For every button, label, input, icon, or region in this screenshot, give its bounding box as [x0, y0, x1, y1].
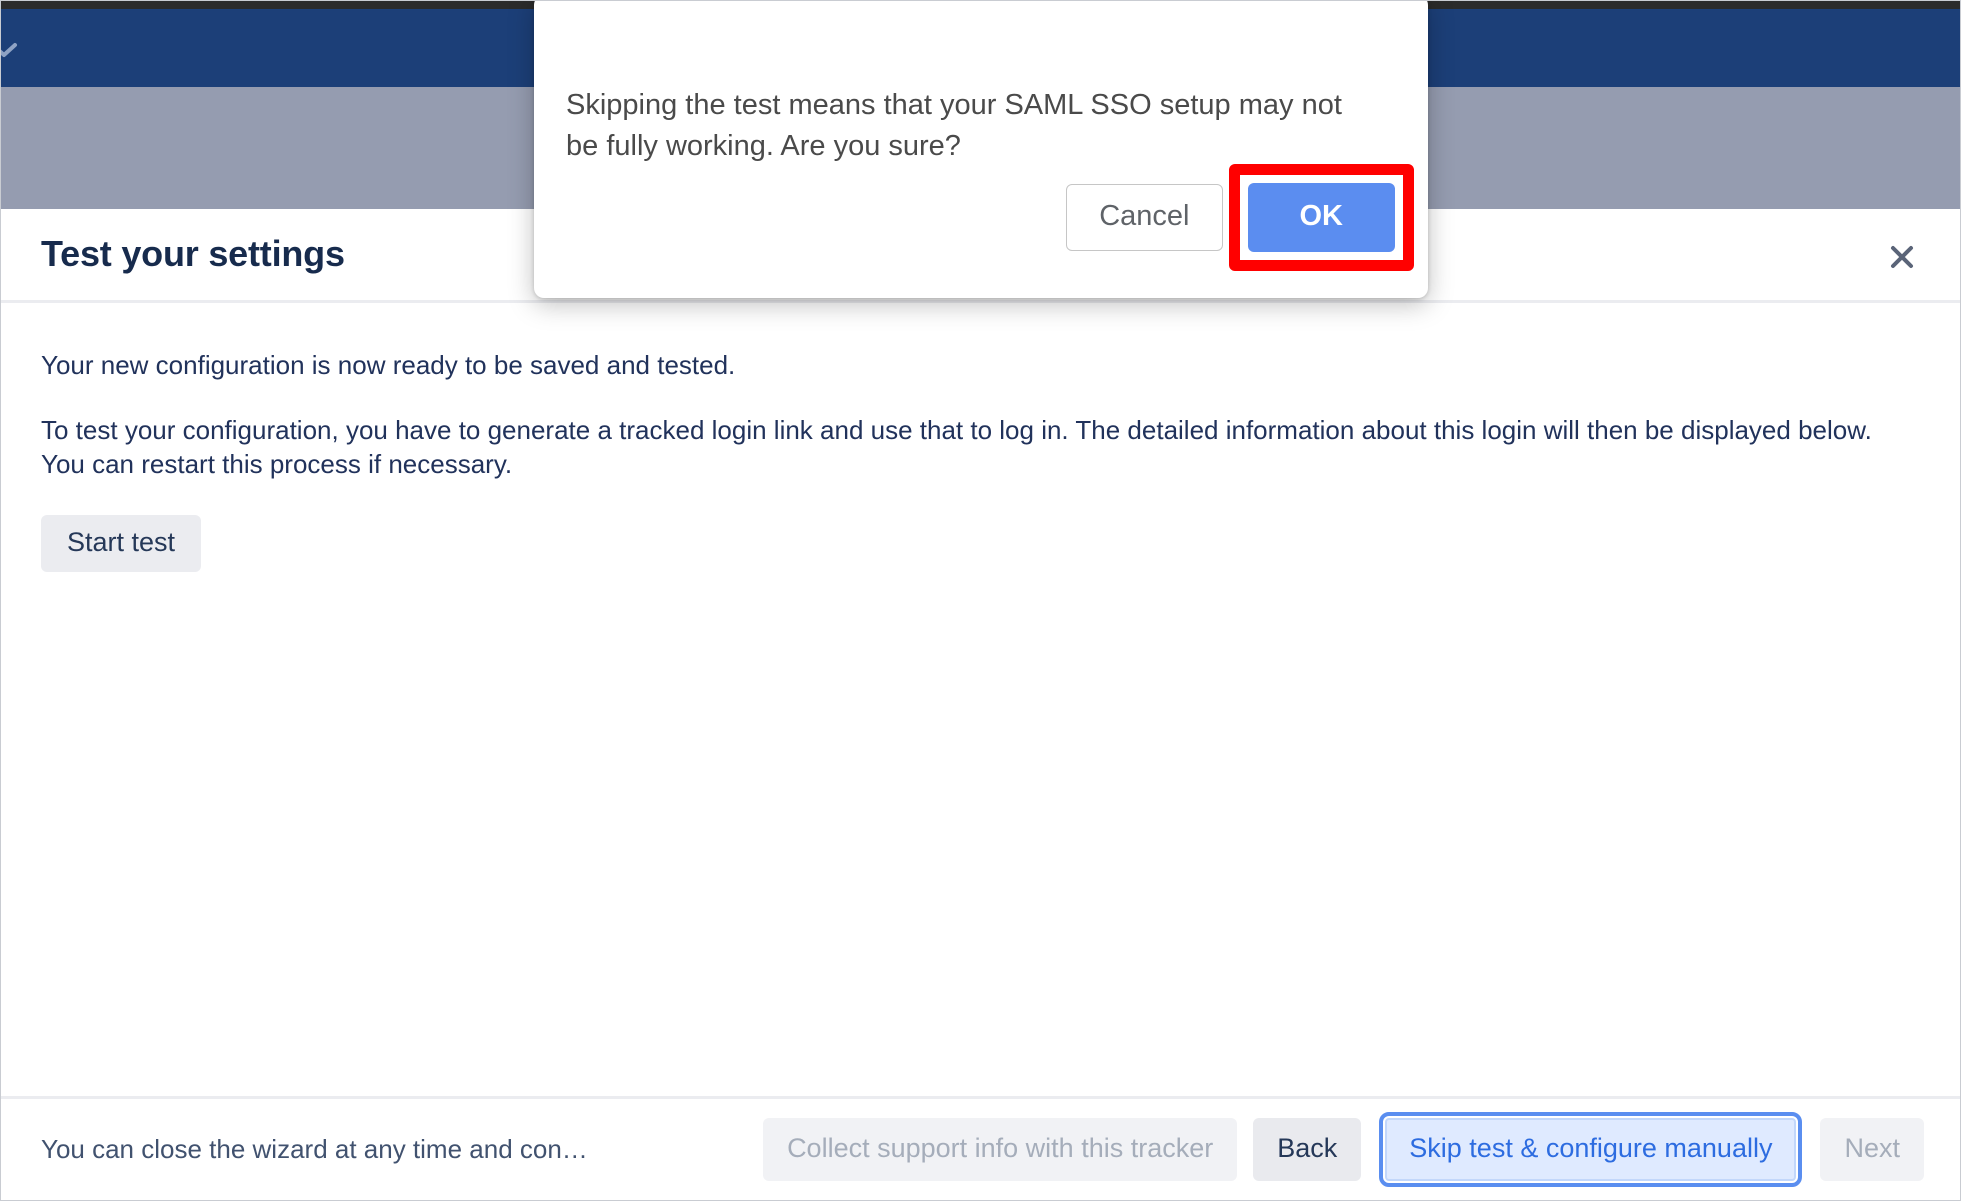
ok-button[interactable]: OK	[1247, 183, 1395, 252]
confirm-dialog: Skipping the test means that your SAML S…	[534, 1, 1428, 298]
wizard-footer: You can close the wizard at any time and…	[1, 1096, 1960, 1200]
footer-note: You can close the wizard at any time and…	[41, 1134, 588, 1164]
collect-support-info-button[interactable]: Collect support info with this tracker	[763, 1118, 1238, 1181]
instructions-paragraph: To test your configuration, you have to …	[41, 415, 1872, 479]
app-window: Test your settings Your new configuratio…	[0, 0, 1961, 1201]
back-button[interactable]: Back	[1253, 1118, 1362, 1181]
start-test-button[interactable]: Start test	[41, 514, 202, 572]
intro-paragraph: Your new configuration is now ready to b…	[41, 350, 736, 380]
ok-button-highlight-box: OK	[1228, 164, 1414, 271]
confirm-dialog-actions: Cancel OK	[1066, 164, 1414, 271]
wizard-body: Your new configuration is now ready to b…	[1, 303, 1960, 1096]
skip-test-configure-manually-button[interactable]: Skip test & configure manually	[1379, 1112, 1803, 1187]
confirm-dialog-message: Skipping the test means that your SAML S…	[566, 89, 1342, 163]
wizard-panel: Test your settings Your new configuratio…	[1, 209, 1960, 1200]
cancel-button[interactable]: Cancel	[1066, 184, 1223, 251]
chevron-down-icon[interactable]	[1, 39, 19, 61]
next-button[interactable]: Next	[1820, 1118, 1924, 1181]
page-title: Test your settings	[41, 233, 345, 274]
close-icon[interactable]	[1882, 237, 1922, 277]
footer-actions: Collect support info with this tracker B…	[763, 1112, 1924, 1187]
